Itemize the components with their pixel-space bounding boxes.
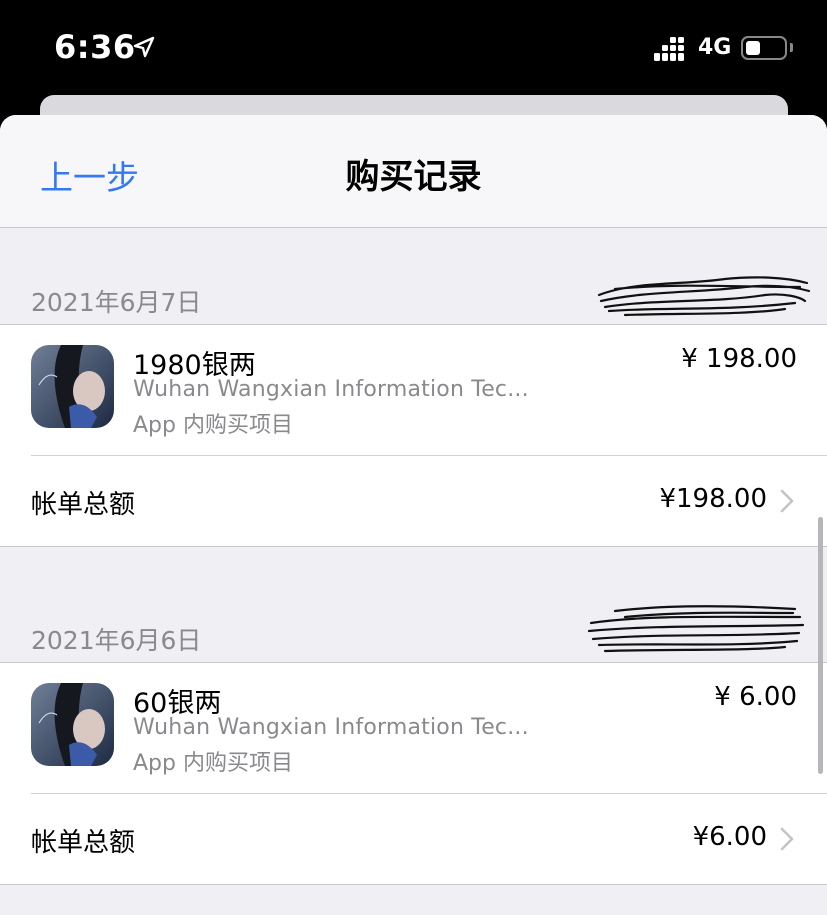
item-type: App 内购买项目	[133, 413, 293, 438]
item-price: ¥ 198.00	[681, 344, 797, 374]
navigation-bar: 上一步 购买记录	[0, 115, 827, 228]
game-artwork-icon	[31, 345, 114, 428]
location-arrow-icon	[133, 36, 155, 58]
network-type-label: 4G	[698, 35, 732, 60]
bill-total-amount: ¥198.00	[659, 484, 767, 514]
item-price: ¥ 6.00	[714, 682, 797, 712]
bill-total-row[interactable]: 帐单总额 ¥198.00	[0, 456, 827, 546]
bill-total-amount: ¥6.00	[692, 822, 767, 852]
divider	[0, 884, 827, 885]
app-icon	[31, 345, 114, 428]
scroll-indicator[interactable]	[818, 517, 823, 774]
bill-total-label: 帐单总额	[31, 490, 136, 520]
divider	[0, 546, 827, 547]
item-type: App 内购买项目	[133, 751, 293, 776]
status-bar: 6:36 4G	[0, 0, 827, 96]
section-date: 2021年6月6日	[31, 626, 202, 655]
chevron-right-icon	[780, 827, 794, 851]
developer-name: Wuhan Wangxian Information Tec...	[133, 715, 529, 740]
battery-level	[746, 41, 760, 55]
game-artwork-icon	[31, 683, 114, 766]
section-date: 2021年6月7日	[31, 288, 202, 317]
bill-total-row[interactable]: 帐单总额 ¥6.00	[0, 794, 827, 884]
battery-nub	[790, 43, 793, 52]
redaction-scribble	[597, 276, 811, 317]
status-time: 6:36	[54, 28, 136, 66]
bill-total-label: 帐单总额	[31, 828, 136, 858]
chevron-right-icon	[780, 489, 794, 513]
battery-icon	[741, 36, 787, 60]
cellular-signal-icon	[654, 37, 684, 61]
purchase-history-sheet: 上一步 购买记录 2021年6月7日 1980银两 Wuhan Wangxian…	[0, 115, 827, 915]
redaction-scribble	[587, 605, 805, 653]
app-icon	[31, 683, 114, 766]
developer-name: Wuhan Wangxian Information Tec...	[133, 377, 529, 402]
page-title: 购买记录	[345, 157, 482, 197]
